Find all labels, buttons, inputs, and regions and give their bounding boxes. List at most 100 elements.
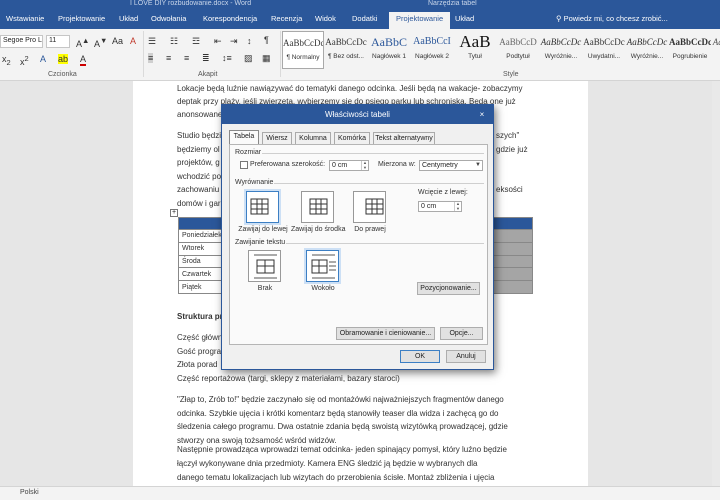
tab-kolumna[interactable]: Kolumna xyxy=(295,132,331,144)
list-item: Gość progra xyxy=(177,346,222,356)
decrease-indent-icon[interactable]: ⇤ xyxy=(214,36,222,47)
dialog-title: Właściwości tabeli xyxy=(222,105,493,124)
line-spacing-icon[interactable]: ↕≡ xyxy=(222,53,232,63)
table-cell[interactable]: Czwartek xyxy=(178,267,226,282)
tab-tekst-alternatywny[interactable]: Tekst alternatywny xyxy=(373,132,435,144)
style-gallery-item[interactable]: AaBbCcD Podtytuł xyxy=(497,31,539,69)
measure-select[interactable]: Centymetry ▼ xyxy=(419,160,483,171)
tab-tabela[interactable]: Tabela xyxy=(229,130,259,145)
style-name: Wyróżnie... xyxy=(544,53,578,60)
style-gallery-item[interactable]: AaB Tytuł xyxy=(454,31,496,69)
font-name-box[interactable]: Segoe Pro Ligh xyxy=(0,35,43,48)
paragraph-line: śledzenia całego programu. Dwa ostatnie … xyxy=(177,422,508,431)
tabela-panel: Rozmiar Preferowana szerokość: 0 cm ▲ ▼ M… xyxy=(229,144,488,345)
measure-value: Centymetry xyxy=(422,162,458,169)
table-cell[interactable]: Środa xyxy=(178,254,226,269)
paragraph-line: danego tematu lokalizacjach lub wizytach… xyxy=(177,473,495,482)
font-size-box[interactable]: 11 xyxy=(46,35,70,48)
superscript-icon[interactable]: x2 xyxy=(20,54,29,67)
align-left-option[interactable] xyxy=(246,191,279,223)
numbering-icon[interactable]: ☷ xyxy=(170,36,178,47)
style-gallery-item[interactable]: AaBbC Nagłówek 1 xyxy=(368,31,410,69)
paragraph-line: "Złap to, Zrób to!" będzie zaczynało się… xyxy=(177,395,504,404)
style-preview: AaBbCcDc xyxy=(626,37,668,47)
style-gallery-item[interactable]: AaBbCcDc ¶ Bez odst... xyxy=(325,31,367,69)
increase-indent-icon[interactable]: ⇥ xyxy=(230,36,238,47)
title-bar: I LOVE DIY rozbudowanie.docx - Word Narz… xyxy=(0,0,720,10)
font-color-icon[interactable]: A xyxy=(80,54,87,66)
tab-dodatki[interactable]: Dodatki xyxy=(352,14,377,23)
tab-wiersz[interactable]: Wiersz xyxy=(262,132,292,144)
style-gallery-item[interactable]: AaBbCcDc Wyróżnie... xyxy=(626,31,668,69)
tab-table-layout[interactable]: Układ xyxy=(455,14,474,23)
grow-font-icon[interactable]: A▲ xyxy=(76,36,89,49)
sort-icon[interactable]: ↕ xyxy=(247,36,252,46)
shrink-font-icon[interactable]: A▼ xyxy=(94,36,107,49)
align-center-option[interactable] xyxy=(301,191,334,223)
preferred-width-checkbox[interactable] xyxy=(240,161,248,169)
justify-icon[interactable]: ≣ xyxy=(202,53,210,64)
wrap-none-caption: Brak xyxy=(257,285,273,292)
paragraph-line: będziemy ol xyxy=(177,144,220,154)
table-cell[interactable]: Poniedziałek xyxy=(178,229,226,243)
width-spinner[interactable]: 0 cm ▲ ▼ xyxy=(329,160,369,171)
align-right-option[interactable] xyxy=(353,191,386,223)
borders-icon[interactable]: ▦ xyxy=(262,53,271,64)
ok-button[interactable]: OK xyxy=(400,350,440,363)
table-cell[interactable]: Piątek xyxy=(178,280,226,294)
width-value: 0 cm xyxy=(332,162,348,169)
pilcrow-icon[interactable]: ¶ xyxy=(264,35,269,45)
style-gallery-item[interactable]: AaBbCcI Nagłówek 2 xyxy=(411,31,453,69)
align-center-icon[interactable]: ≡ xyxy=(166,53,171,63)
style-gallery-item[interactable]: AaBbCcDc Cytat xyxy=(712,31,720,69)
highlight-icon[interactable]: ab xyxy=(58,54,69,64)
tell-me-search[interactable]: ⚲ Powiedz mi, co chcesz zrobić... xyxy=(556,14,668,23)
style-name: Cytat xyxy=(712,53,720,60)
style-preview: AaB xyxy=(459,32,491,51)
spin-arrows-icon[interactable]: ▲ ▼ xyxy=(454,201,461,211)
table-move-handle[interactable]: + xyxy=(170,209,178,217)
tab-uklad[interactable]: Układ xyxy=(119,14,138,23)
tab-odwolania[interactable]: Odwołania xyxy=(151,14,186,23)
tab-projektowanie[interactable]: Projektowanie xyxy=(58,14,105,23)
spin-arrows-icon[interactable]: ▲ ▼ xyxy=(361,160,368,170)
style-gallery-item[interactable]: AaBbCcDc Wyróżnie... xyxy=(540,31,582,69)
clear-format-icon[interactable]: A xyxy=(130,36,136,46)
paragraph-line: wchodzić po xyxy=(177,171,222,181)
borders-shading-button[interactable]: Obramowanie i cieniowanie... xyxy=(336,327,435,340)
wrap-around-option[interactable] xyxy=(306,250,339,282)
tab-recenzja[interactable]: Recenzja xyxy=(271,14,302,23)
style-preview: AaBbCcDc xyxy=(669,37,711,47)
change-case-icon[interactable]: Aa xyxy=(112,36,123,46)
table-header-cell[interactable] xyxy=(178,217,226,230)
ribbon: Segoe Pro Ligh 11 A▲ A▼ Aa A x2 x2 A ab … xyxy=(0,29,720,81)
tab-widok[interactable]: Widok xyxy=(315,14,336,23)
text-effects-icon[interactable]: A xyxy=(40,54,46,64)
style-gallery-item[interactable]: AaBbCcDc Uwydatni... xyxy=(583,31,625,69)
paragraph-line: domów i gar xyxy=(177,198,221,208)
bullets-icon[interactable]: ☰ xyxy=(148,36,156,47)
paragraph-line: gdzie już xyxy=(496,144,528,154)
wrap-none-option[interactable] xyxy=(248,250,281,282)
tab-korespondencja[interactable]: Korespondencja xyxy=(203,14,257,23)
close-icon[interactable]: × xyxy=(474,108,490,121)
table-cell[interactable]: Wtorek xyxy=(178,241,226,256)
style-gallery-item[interactable]: AaBbCcDc Pogrubienie xyxy=(669,31,711,69)
paragraph-group-label: Akapit xyxy=(198,71,218,78)
cancel-button[interactable]: Anuluj xyxy=(446,350,486,363)
tab-komorka[interactable]: Komórka xyxy=(334,132,370,144)
tab-wstawianie[interactable]: Wstawianie xyxy=(6,14,44,23)
shading-icon[interactable]: ▨ xyxy=(244,53,253,64)
options-button[interactable]: Opcje... xyxy=(440,327,483,340)
subscript-icon[interactable]: x2 xyxy=(2,54,11,67)
style-gallery-item[interactable]: AaBbCcDc ¶ Normalny xyxy=(282,31,324,69)
positioning-button[interactable]: Pozycjonowanie... xyxy=(417,282,480,295)
tab-table-design[interactable]: Projektowanie xyxy=(389,12,451,29)
multilevel-list-icon[interactable]: ☲ xyxy=(192,36,200,47)
chevron-down-icon: ▼ xyxy=(475,162,481,168)
language-indicator[interactable]: Polski xyxy=(20,489,39,496)
vertical-scrollbar[interactable] xyxy=(712,81,720,486)
align-left-icon[interactable]: ≡ xyxy=(148,53,154,63)
indent-spinner[interactable]: 0 cm ▲ ▼ xyxy=(418,201,462,212)
align-right-icon[interactable]: ≡ xyxy=(184,53,189,63)
